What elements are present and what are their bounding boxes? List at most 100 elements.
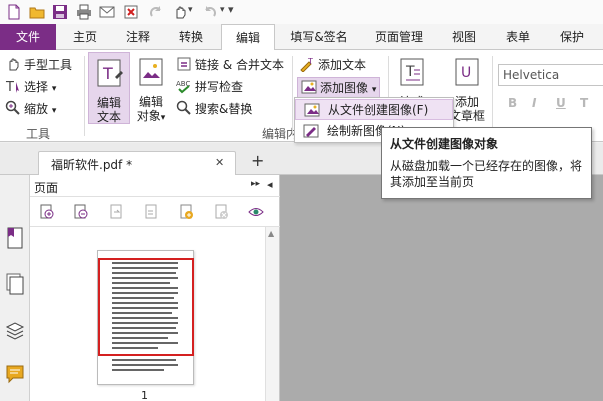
comments-icon[interactable] bbox=[5, 364, 25, 386]
edit-text-label-line1: 编辑 bbox=[96, 96, 121, 110]
zoom-in-page-icon[interactable] bbox=[39, 204, 55, 220]
bold-button[interactable]: B bbox=[508, 96, 517, 110]
add-page-icon[interactable] bbox=[178, 204, 194, 220]
select-dropdown-icon[interactable]: ▾ bbox=[52, 84, 57, 94]
menu-item-create-image-from-file[interactable]: 从文件创建图像(F) bbox=[295, 99, 453, 120]
save-icon[interactable] bbox=[52, 4, 68, 20]
edit-object-button[interactable]: 编辑 对象▾ bbox=[130, 52, 172, 124]
search-replace-label: 搜索&替换 bbox=[195, 102, 253, 116]
email-icon[interactable] bbox=[99, 4, 115, 20]
document-tab-title: 福昕软件.pdf * bbox=[51, 158, 133, 172]
navigation-rail bbox=[0, 175, 30, 401]
add-image-button[interactable]: 添加图像 ▾ bbox=[297, 77, 381, 98]
new-document-icon[interactable] bbox=[6, 4, 22, 20]
undo-dropdown-icon[interactable]: ▾ bbox=[220, 5, 225, 15]
tab-protect[interactable]: 保护 bbox=[550, 24, 594, 50]
security-icon[interactable] bbox=[123, 4, 139, 20]
delete-page-icon[interactable] bbox=[213, 204, 229, 220]
add-image-dropdown-icon[interactable]: ▾ bbox=[372, 85, 377, 95]
image-from-file-icon bbox=[304, 103, 320, 117]
page-properties-icon[interactable] bbox=[248, 204, 264, 220]
add-text-icon: T bbox=[300, 57, 313, 72]
pages-panel-scrollbar[interactable]: ▲ bbox=[265, 227, 279, 401]
tab-comment[interactable]: 注释 bbox=[115, 24, 161, 50]
edit-object-label-text: 对象 bbox=[136, 109, 161, 123]
edit-object-label-line2: 对象▾ bbox=[130, 109, 172, 125]
spell-check-label: 拼写检查 bbox=[195, 80, 244, 94]
redo-icon[interactable] bbox=[148, 4, 164, 20]
text-select-icon: T bbox=[5, 80, 19, 94]
svg-text:T: T bbox=[102, 64, 113, 83]
open-folder-icon[interactable] bbox=[29, 4, 45, 20]
pages-panel-toolbar bbox=[30, 197, 280, 227]
tab-edit[interactable]: 编辑 bbox=[221, 24, 275, 51]
scroll-up-icon[interactable]: ▲ bbox=[268, 229, 274, 238]
document-workspace[interactable] bbox=[280, 175, 603, 401]
link-join-text-label: 链接 & 合并文本 bbox=[195, 58, 284, 72]
zoom-out-page-icon[interactable] bbox=[73, 204, 89, 220]
pages-panel-title: 页面 bbox=[34, 181, 59, 195]
svg-text:T: T bbox=[5, 80, 14, 94]
customize-icon[interactable]: ▾ bbox=[228, 3, 234, 16]
article-box-icon: U bbox=[455, 58, 479, 86]
tab-view[interactable]: 视图 bbox=[442, 24, 486, 50]
ribbon-tab-bar: 文件 主页 注释 转换 编辑 填写&签名 页面管理 视图 表单 保护 bbox=[0, 24, 603, 51]
new-tab-button[interactable]: + bbox=[251, 151, 264, 170]
hand-tool-button[interactable]: 手型工具 bbox=[5, 56, 72, 74]
hand-tool-icon[interactable] bbox=[172, 4, 188, 20]
undo-icon[interactable] bbox=[202, 4, 218, 20]
menu-item-label: 从文件创建图像(F) bbox=[328, 103, 429, 117]
edit-text-label-line2: 文本 bbox=[96, 110, 121, 124]
zoom-dropdown-icon[interactable]: ▾ bbox=[52, 106, 57, 116]
flow-text-icon: T bbox=[400, 58, 424, 86]
thumbnail-selection-box bbox=[98, 258, 194, 356]
tab-form[interactable]: 表单 bbox=[496, 24, 540, 50]
superscript-button[interactable]: T bbox=[580, 96, 588, 110]
group-divider bbox=[492, 56, 493, 136]
expand-panel-icon[interactable]: ▸▸ bbox=[251, 179, 260, 189]
tab-home[interactable]: 主页 bbox=[62, 24, 108, 50]
document-tab[interactable]: 福昕软件.pdf * ✕ bbox=[38, 151, 236, 175]
hand-tool-dropdown-icon[interactable]: ▾ bbox=[188, 5, 193, 15]
tools-group-label: 工具 bbox=[26, 127, 51, 141]
add-text-button[interactable]: T 添加文本 bbox=[299, 56, 366, 74]
edit-text-button[interactable]: T 编辑 文本 bbox=[88, 52, 130, 124]
tooltip-body: 从磁盘加载一个已经存在的图像，将其添加至当前页 bbox=[390, 159, 583, 189]
close-tab-icon[interactable]: ✕ bbox=[215, 156, 224, 169]
extract-page-icon[interactable] bbox=[143, 204, 159, 220]
spell-check-button[interactable]: ABC 拼写检查 bbox=[176, 78, 243, 96]
select-tool-label: 选择 bbox=[24, 80, 49, 94]
spell-check-icon: ABC bbox=[176, 80, 190, 94]
italic-button[interactable]: I bbox=[532, 96, 536, 110]
link-icon bbox=[177, 57, 191, 71]
pages-panel-header: 页面 ▸▸ ◂ bbox=[30, 175, 280, 197]
hand-icon bbox=[9, 58, 19, 71]
group-divider bbox=[84, 56, 85, 136]
draw-image-icon bbox=[303, 124, 319, 138]
insert-page-icon[interactable] bbox=[108, 204, 124, 220]
search-replace-button[interactable]: 搜索&替换 bbox=[176, 100, 252, 118]
print-icon[interactable] bbox=[76, 4, 92, 20]
underline-button[interactable]: U bbox=[556, 96, 566, 110]
select-tool-button[interactable]: T 选择 ▾ bbox=[5, 78, 56, 96]
add-image-label: 添加图像 bbox=[320, 81, 369, 95]
group-divider bbox=[292, 56, 293, 136]
zoom-tool-button[interactable]: 缩放 ▾ bbox=[5, 100, 56, 118]
tab-fill-sign[interactable]: 填写&签名 bbox=[284, 24, 354, 50]
edit-object-label-line1: 编辑 bbox=[138, 95, 163, 109]
tab-page-management[interactable]: 页面管理 bbox=[366, 24, 432, 50]
bookmark-icon[interactable] bbox=[5, 227, 25, 249]
pages-icon[interactable] bbox=[5, 273, 25, 295]
link-join-text-button[interactable]: 链接 & 合并文本 bbox=[176, 56, 284, 74]
collapse-panel-icon[interactable]: ◂ bbox=[267, 178, 273, 191]
zoom-tool-label: 缩放 bbox=[24, 102, 49, 116]
layers-icon[interactable] bbox=[5, 319, 25, 341]
quick-access-toolbar: ▾ ▾ ▾ bbox=[0, 0, 603, 24]
edit-object-dropdown-icon[interactable]: ▾ bbox=[161, 113, 166, 123]
edit-object-icon bbox=[139, 58, 163, 86]
tab-convert[interactable]: 转换 bbox=[168, 24, 214, 50]
svg-text:T: T bbox=[405, 64, 415, 80]
font-name-select[interactable]: Helvetica bbox=[498, 64, 603, 86]
tab-file[interactable]: 文件 bbox=[0, 24, 56, 50]
add-image-icon bbox=[301, 80, 317, 94]
